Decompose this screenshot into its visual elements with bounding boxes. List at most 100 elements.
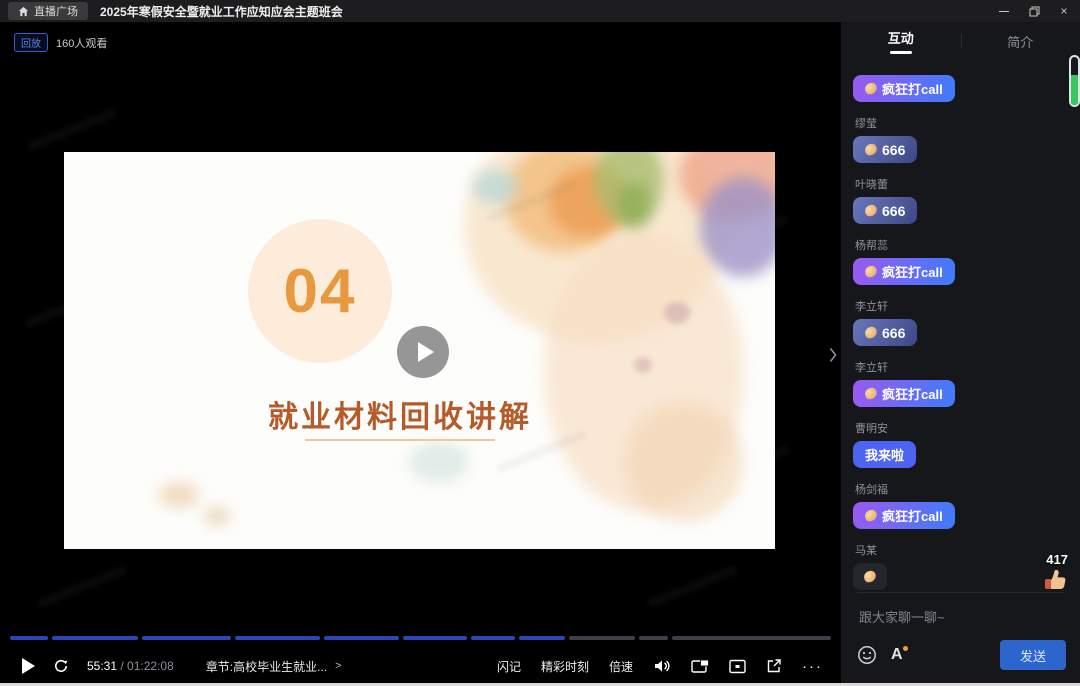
chat-username: 李立轩 bbox=[855, 359, 1050, 375]
font-size-icon[interactable]: A bbox=[891, 646, 903, 664]
play-button[interactable] bbox=[22, 658, 35, 674]
share-button[interactable] bbox=[766, 658, 782, 674]
watercolor-leaf bbox=[617, 182, 651, 230]
green-indicator-fill bbox=[1071, 75, 1078, 105]
chat-bubble[interactable]: 疯狂打call bbox=[853, 502, 955, 529]
progress-segment-played[interactable] bbox=[471, 636, 515, 640]
progress-segment-played[interactable] bbox=[519, 636, 565, 640]
clap-emoji-icon bbox=[863, 570, 877, 584]
volume-button[interactable] bbox=[653, 658, 671, 674]
tab-divider bbox=[961, 34, 962, 48]
time-total: 01:22:08 bbox=[127, 659, 174, 673]
clap-emoji-icon bbox=[864, 509, 878, 523]
send-button[interactable]: 发送 bbox=[1000, 640, 1066, 670]
highlights-button[interactable]: 精彩时刻 bbox=[541, 658, 589, 675]
time-separator: / bbox=[117, 659, 127, 673]
picture-in-picture-icon bbox=[691, 659, 709, 674]
chat-bubble-text: 666 bbox=[882, 325, 905, 341]
chat-message: 李立轩 666 bbox=[853, 298, 1050, 346]
progress-segment-played[interactable] bbox=[10, 636, 48, 640]
chat-bubble[interactable]: 666 bbox=[853, 197, 917, 224]
chat-message: 马某 bbox=[853, 542, 1050, 590]
chat-message: 缪莹666 bbox=[853, 115, 1050, 163]
title-bar: 直播广场 2025年寒假安全暨就业工作应知应会主题班会 × bbox=[0, 0, 1080, 22]
chat-message: 李立轩疯狂打call bbox=[853, 359, 1050, 407]
time-current: 55:31 bbox=[87, 659, 117, 673]
chat-message: 杨帮蕊疯狂打call bbox=[853, 237, 1050, 285]
chat-input[interactable] bbox=[859, 610, 1066, 625]
refresh-button[interactable] bbox=[53, 658, 69, 674]
clap-emoji-icon bbox=[864, 387, 878, 401]
chat-bubble[interactable]: 疯狂打call bbox=[853, 380, 955, 407]
progress-segment-rest[interactable] bbox=[672, 636, 831, 640]
progress-segment-played[interactable] bbox=[403, 636, 466, 640]
chat-bubble[interactable]: 我来啦 bbox=[853, 441, 916, 468]
close-icon[interactable]: × bbox=[1058, 5, 1070, 17]
chat-bubble-text: 666 bbox=[882, 203, 905, 219]
home-icon bbox=[18, 6, 29, 17]
open-external-icon bbox=[766, 658, 782, 674]
watermark bbox=[37, 565, 128, 609]
chapter-button[interactable]: 章节:高校毕业生就业... > bbox=[206, 658, 342, 675]
chat-bubble[interactable]: 666 bbox=[853, 136, 917, 163]
section-number: 04 bbox=[284, 256, 357, 327]
chat-messages: 疯狂打call缪莹666叶晓蕾666杨帮蕊疯狂打call李立轩666李立轩疯狂打… bbox=[853, 70, 1050, 590]
progress-bar[interactable] bbox=[10, 636, 835, 640]
more-options-button[interactable]: ··· bbox=[802, 658, 823, 675]
chat-bubble[interactable]: 666 bbox=[853, 319, 917, 346]
hand-emoji-icon bbox=[864, 326, 878, 340]
emoji-icon[interactable] bbox=[857, 645, 877, 665]
chapter-label: 章节:高校毕业生就业... bbox=[206, 658, 327, 675]
like-widget[interactable]: 417 bbox=[1042, 552, 1070, 597]
chat-bubble[interactable]: 疯狂打call bbox=[853, 75, 955, 102]
input-divider bbox=[857, 592, 1064, 593]
chat-bubble-text: 疯狂打call bbox=[882, 384, 943, 403]
web-fullscreen-button[interactable] bbox=[729, 659, 746, 674]
player-controls: 55:31 / 01:22:08 章节:高校毕业生就业... > 闪记 精彩时刻… bbox=[0, 648, 841, 684]
progress-segment-played[interactable] bbox=[142, 636, 232, 640]
minimize-icon[interactable] bbox=[998, 5, 1010, 17]
progress-segment-rest[interactable] bbox=[639, 636, 668, 640]
progress-segment-played[interactable] bbox=[235, 636, 320, 640]
hand-emoji-icon bbox=[864, 143, 878, 157]
chat-bubble[interactable] bbox=[853, 563, 887, 590]
chat-bubble-text: 疯狂打call bbox=[882, 79, 943, 98]
slide-frame: 04 就业材料回收讲解 bbox=[64, 152, 775, 549]
clap-emoji-icon bbox=[864, 265, 878, 279]
play-overlay-button[interactable] bbox=[397, 326, 449, 378]
flash-note-button[interactable]: 闪记 bbox=[497, 658, 521, 675]
live-plaza-tab[interactable]: 直播广场 bbox=[8, 2, 88, 20]
app-window: 直播广场 2025年寒假安全暨就业工作应知应会主题班会 × 回放 160人观看 bbox=[0, 0, 1080, 686]
chat-username: 曹明安 bbox=[855, 420, 1050, 436]
watercolor-blue bbox=[409, 442, 469, 482]
tab-interaction-label: 互动 bbox=[888, 31, 914, 46]
chevron-right-icon bbox=[829, 347, 837, 363]
tab-intro-label: 简介 bbox=[1007, 35, 1033, 50]
play-icon bbox=[418, 342, 434, 362]
sidebar-collapse-handle[interactable] bbox=[826, 337, 840, 373]
speed-button[interactable]: 倍速 bbox=[609, 658, 633, 675]
font-size-dot bbox=[903, 646, 908, 651]
pip-button[interactable] bbox=[691, 659, 709, 674]
chat-bubble-text: 疯狂打call bbox=[882, 506, 943, 525]
chat-username: 李立轩 bbox=[855, 298, 1050, 314]
speaker-icon bbox=[653, 658, 671, 674]
tab-intro[interactable]: 简介 bbox=[961, 32, 1080, 51]
video-player: 回放 160人观看 bbox=[0, 22, 841, 686]
window-controls: × bbox=[998, 0, 1070, 22]
tab-interaction[interactable]: 互动 bbox=[841, 28, 961, 54]
progress-segment-played[interactable] bbox=[52, 636, 137, 640]
maximize-icon[interactable] bbox=[1028, 5, 1040, 17]
chat-message: 杨剑福疯狂打call bbox=[853, 481, 1050, 529]
refresh-icon bbox=[53, 658, 69, 674]
progress-segment-played[interactable] bbox=[324, 636, 399, 640]
watercolor-dots bbox=[664, 302, 690, 324]
chat-bubble[interactable]: 疯狂打call bbox=[853, 258, 955, 285]
progress-segment-rest[interactable] bbox=[569, 636, 636, 640]
window-title: 2025年寒假安全暨就业工作应知应会主题班会 bbox=[100, 3, 343, 20]
watercolor-wash bbox=[624, 402, 744, 522]
active-tab-indicator bbox=[890, 51, 912, 54]
hand-emoji-icon bbox=[864, 204, 878, 218]
watermark bbox=[27, 108, 118, 152]
fullscreen-icon bbox=[729, 659, 746, 674]
